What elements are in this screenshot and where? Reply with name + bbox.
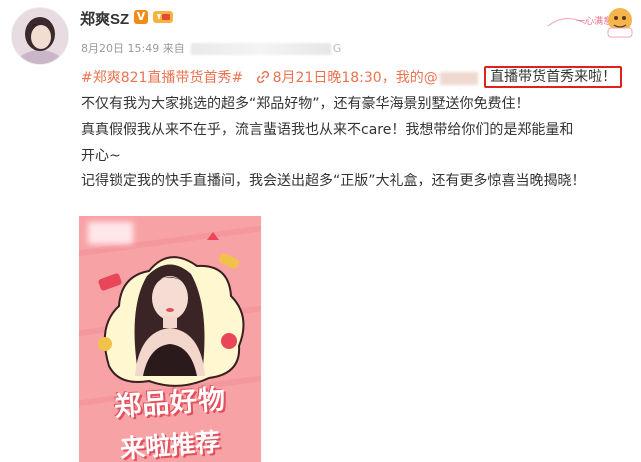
post-text-line: 记得锁定我的快手直播间，我会送出超多“正版”大礼盒，还有更多惊喜当晚揭晓！ <box>81 173 586 189</box>
blurred-mention[interactable] <box>439 71 478 85</box>
post-text-line: 开心~ <box>81 148 121 164</box>
username[interactable]: 郑爽SZ <box>80 8 129 29</box>
blurred-source <box>190 43 331 55</box>
level-badge-icon <box>153 11 173 23</box>
avatar[interactable] <box>11 7 69 65</box>
post-first-line: #郑爽821直播带货首秀# 8月21日晚18:30，我的@ 直播带货首秀来啦！ <box>81 66 623 88</box>
event-link-text[interactable]: 8月21日晚18:30，我的@ <box>273 70 438 86</box>
blurred-watermark <box>88 222 133 244</box>
sticker-text: 一心满意 <box>576 15 612 27</box>
post-meta: 8月20日 15:49 来自 G <box>81 40 341 56</box>
link-icon <box>256 70 269 84</box>
hashtag-link[interactable]: #郑爽821直播带货首秀# <box>81 70 243 86</box>
post-timestamp[interactable]: 8月20日 15:49 来自 <box>81 42 185 55</box>
post-text-line: 不仅有我为大家挑选的超多“郑品好物”，还有豪华海景别墅送你免费住！ <box>81 96 530 112</box>
verified-icon: V <box>134 10 148 24</box>
source-tail: G <box>332 42 342 55</box>
highlighted-text: 直播带货首秀来啦！ <box>484 66 623 88</box>
post-image[interactable]: 郑品好物 来啦推荐 <box>79 216 261 462</box>
card-decoration-sticker: 一心满意 <box>547 8 633 38</box>
avatar-image <box>12 8 68 64</box>
post-text-line: 真真假假我从来不在乎，流言蜚语我也从来不care！我想带给你们的是郑能量和 <box>81 122 574 138</box>
